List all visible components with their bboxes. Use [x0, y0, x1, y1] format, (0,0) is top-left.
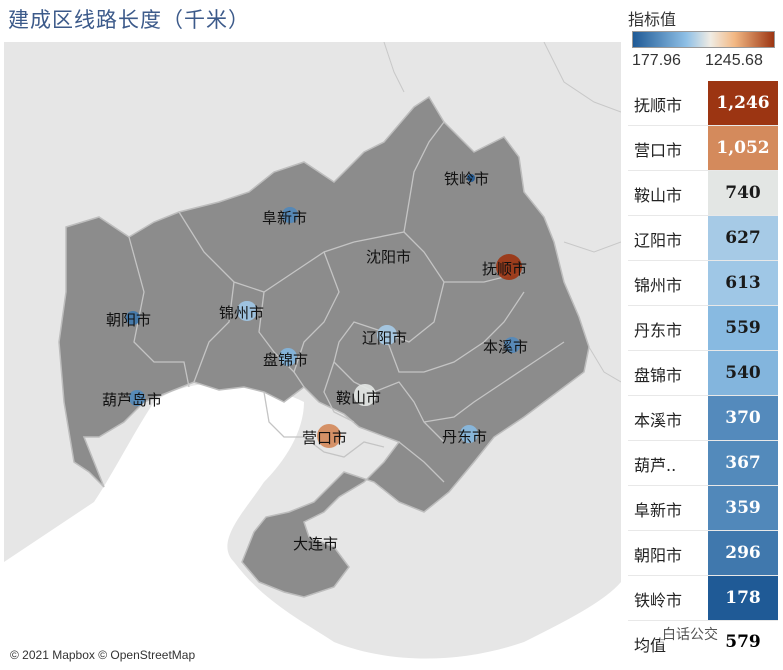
map-label-fuxin: 阜新市	[262, 209, 308, 227]
legend-min-label: 177.96	[632, 52, 681, 69]
row-value-cell: 740	[708, 171, 778, 215]
table-row[interactable]: 丹东市 559	[628, 306, 778, 351]
table-row[interactable]: 铁岭市 178	[628, 576, 778, 621]
table-row[interactable]: 鞍山市 740	[628, 171, 778, 216]
map-label-chaoyang: 朝阳市	[106, 311, 152, 329]
table-row[interactable]: 朝阳市 296	[628, 531, 778, 576]
table-row[interactable]: 抚顺市 1,246	[628, 81, 778, 126]
row-city-name: 本溪市	[634, 411, 683, 430]
table-row[interactable]: 盘锦市 540	[628, 351, 778, 396]
map-label-benxi: 本溪市	[483, 338, 529, 356]
row-city-name: 辽阳市	[634, 231, 683, 250]
map-label-huludao: 葫芦岛市	[102, 391, 163, 409]
map-label-jinzhou: 锦州市	[219, 304, 265, 322]
map-label-fushun: 抚顺市	[482, 260, 528, 278]
ranking-table: 抚顺市 1,246 营口市 1,052 鞍山市 740 辽阳市 627 锦州市 613 丹东市 559…	[628, 81, 778, 621]
map-copyright[interactable]: © 2021 Mapbox © OpenStreetMap	[10, 648, 195, 662]
row-value-cell: 1,052	[708, 126, 778, 170]
map-label-anshan: 鞍山市	[336, 389, 382, 407]
map-label-yingkou: 营口市	[302, 429, 348, 447]
row-city-name: 阜新市	[634, 501, 683, 520]
row-value-cell: 370	[708, 396, 778, 440]
row-value-cell: 559	[708, 306, 778, 350]
row-value-cell: 627	[708, 216, 778, 260]
table-row[interactable]: 辽阳市 627	[628, 216, 778, 261]
row-city-name: 鞍山市	[634, 186, 683, 205]
row-value-cell: 1,246	[708, 81, 778, 125]
row-city-name: 朝阳市	[634, 546, 683, 565]
map-label-dandong: 丹东市	[442, 428, 488, 446]
watermark: 白话公交	[660, 624, 720, 644]
legend-color-ramp	[632, 31, 775, 48]
row-value-cell: 540	[708, 351, 778, 395]
map-label-liaoyang: 辽阳市	[362, 329, 408, 347]
page-title: 建成区线路长度（千米）	[8, 8, 250, 32]
table-row[interactable]: 葫芦.. 367	[628, 441, 778, 486]
map-label-shenyang: 沈阳市	[366, 248, 412, 266]
map-label-dalian: 大连市	[293, 535, 339, 553]
table-row[interactable]: 营口市 1,052	[628, 126, 778, 171]
row-city-name: 葫芦..	[634, 456, 677, 475]
row-value-cell: 613	[708, 261, 778, 305]
map-label-panjin: 盘锦市	[263, 351, 309, 369]
map-label-tieling: 铁岭市	[444, 170, 490, 188]
row-city-name: 铁岭市	[634, 591, 683, 610]
legend-title: 指标值	[628, 10, 677, 29]
row-value-cell: 296	[708, 531, 778, 575]
map-svg	[4, 42, 621, 666]
row-city-name: 丹东市	[634, 321, 683, 340]
row-city-name: 盘锦市	[634, 366, 683, 385]
row-city-name: 营口市	[634, 141, 683, 160]
map-canvas[interactable]: 铁岭市 阜新市 沈阳市 抚顺市 朝阳市 锦州市 辽阳市 本溪市 盘锦市 葫芦岛市…	[4, 42, 621, 666]
row-city-name: 抚顺市	[634, 96, 683, 115]
row-value-cell: 359	[708, 486, 778, 530]
row-value-cell: 367	[708, 441, 778, 485]
table-row[interactable]: 锦州市 613	[628, 261, 778, 306]
legend-max-label: 1245.68	[705, 52, 763, 69]
table-row[interactable]: 本溪市 370	[628, 396, 778, 441]
table-row[interactable]: 阜新市 359	[628, 486, 778, 531]
row-city-name: 锦州市	[634, 276, 683, 295]
row-value-cell: 178	[708, 576, 778, 620]
